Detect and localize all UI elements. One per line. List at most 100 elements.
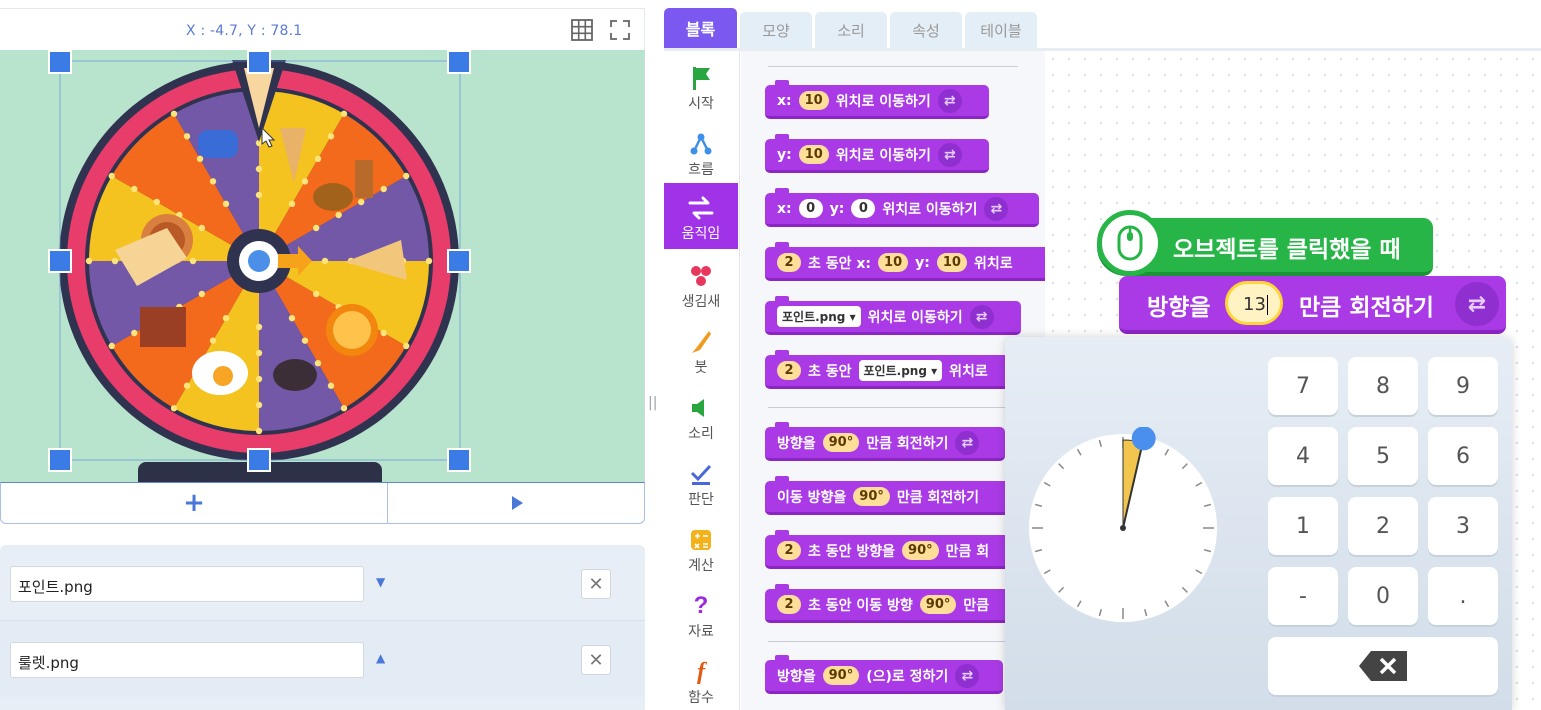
block-text: y:: [829, 200, 845, 217]
category-calc[interactable]: 계산: [664, 515, 738, 581]
block-move-xy[interactable]: x: 0 y: 0 위치로 이동하기 ⇄: [765, 188, 1039, 227]
collapse-arrow-icon[interactable]: ▼: [376, 575, 385, 589]
value-pill[interactable]: 10: [936, 253, 967, 272]
value-pill[interactable]: 90°: [822, 666, 860, 685]
block-text: 방향을: [1147, 295, 1211, 321]
category-motion[interactable]: 움직임: [664, 183, 738, 249]
block-move-x[interactable]: x: 10 위치로 이동하기 ⇄: [765, 80, 989, 119]
keypad-key[interactable]: 9: [1428, 357, 1498, 415]
palette-divider: [768, 407, 1018, 408]
category-label: 움직임: [681, 226, 721, 242]
block-text: 방향을: [777, 435, 816, 452]
keypad-key[interactable]: .: [1428, 567, 1498, 625]
category-judge[interactable]: 판단: [664, 449, 738, 515]
backspace-button[interactable]: [1268, 637, 1498, 695]
text-caret: [1266, 295, 1268, 315]
angle-input[interactable]: 13: [1225, 281, 1283, 325]
delete-object-button[interactable]: ✕: [581, 645, 611, 675]
function-icon: f: [697, 658, 705, 685]
fullscreen-icon[interactable]: [608, 18, 632, 42]
block-move-to-object[interactable]: 포인트.png ▾ 위치로 이동하기 ⇄: [765, 296, 1021, 335]
tab-table[interactable]: 테이블: [965, 12, 1037, 48]
expand-arrow-icon[interactable]: ▲: [376, 651, 385, 665]
object-row-point[interactable]: 포인트.png ▼ ✕: [0, 545, 645, 621]
swap-icon: ⇄: [937, 142, 962, 167]
keypad-key[interactable]: 5: [1348, 427, 1418, 485]
keypad-key[interactable]: 8: [1348, 357, 1418, 415]
stage-canvas[interactable]: [0, 50, 645, 482]
question-icon: ?: [693, 592, 709, 619]
keypad-key[interactable]: -: [1268, 567, 1338, 625]
category-flow[interactable]: 흐름: [664, 119, 738, 185]
value-pill[interactable]: 90°: [822, 433, 860, 452]
block-move-y[interactable]: y: 10 위치로 이동하기 ⇄: [765, 134, 989, 173]
block-text: 만큼 회전하기: [866, 435, 949, 452]
block-text: y:: [777, 146, 792, 163]
play-button[interactable]: [389, 483, 645, 523]
value-pill[interactable]: 2: [777, 541, 801, 560]
block-set-direction[interactable]: 방향을 90° (으)로 정하기 ⇄: [765, 655, 1003, 694]
angle-dial[interactable]: [1025, 427, 1225, 627]
tab-shapes[interactable]: 모양: [740, 12, 812, 48]
add-object-button[interactable]: +: [1, 483, 388, 523]
value-pill[interactable]: 90°: [902, 541, 939, 560]
block-rotate-move-direction[interactable]: 이동 방향을 90° 만큼 회전하기: [765, 476, 1045, 515]
value-pill[interactable]: 10: [798, 91, 829, 110]
category-looks[interactable]: 생김새: [664, 251, 738, 317]
object-row-roulette[interactable]: 룰렛.png ▲ ✕: [0, 621, 645, 697]
keypad-key[interactable]: 0: [1348, 567, 1418, 625]
delete-object-button[interactable]: ✕: [581, 569, 611, 599]
keypad-key[interactable]: 6: [1428, 427, 1498, 485]
keypad-key[interactable]: 7: [1268, 357, 1338, 415]
tab-sounds[interactable]: 소리: [815, 12, 887, 48]
object-dropdown[interactable]: 포인트.png ▾: [777, 306, 861, 327]
value-pill[interactable]: 2: [777, 361, 801, 380]
value-pill[interactable]: 10: [798, 145, 829, 164]
value-pill[interactable]: 0: [851, 199, 876, 218]
category-sound[interactable]: 소리: [664, 383, 738, 449]
object-name-field[interactable]: 포인트.png: [10, 566, 364, 602]
value-pill[interactable]: 10: [878, 253, 909, 272]
tab-blocks[interactable]: 블록: [664, 8, 737, 48]
object-name-field[interactable]: 룰렛.png: [10, 642, 364, 678]
keypad-key[interactable]: 2: [1348, 497, 1418, 555]
block-timed-rotate-move-direction[interactable]: 2 초 동안 이동 방향 90° 만큼: [765, 584, 1045, 623]
object-dropdown[interactable]: 포인트.png ▾: [858, 360, 943, 381]
block-text: x:: [777, 92, 792, 109]
block-text: 만큼 회전하기: [1299, 295, 1434, 321]
roulette-wheel-sprite[interactable]: [0, 50, 645, 482]
category-start[interactable]: 시작: [664, 53, 738, 119]
value-pill[interactable]: 0: [798, 199, 823, 218]
event-block-on-click[interactable]: 오브젝트를 클릭했을 때: [1097, 210, 1433, 276]
category-label: 판단: [688, 492, 714, 508]
block-text: 위치로: [973, 255, 1013, 272]
block-timed-rotate[interactable]: 2 초 동안 방향을 90° 만큼 회: [765, 530, 1045, 569]
category-data[interactable]: ? 자료: [664, 581, 738, 647]
rotate-block-editing[interactable]: 방향을 13 만큼 회전하기 ⇄: [1119, 276, 1506, 334]
keypad-key[interactable]: 3: [1428, 497, 1498, 555]
angle-input-value: 13: [1243, 294, 1266, 315]
keypad-key[interactable]: 1: [1268, 497, 1338, 555]
block-rotate[interactable]: 방향을 90° 만큼 회전하기 ⇄: [765, 422, 1005, 461]
tab-properties[interactable]: 속성: [890, 12, 962, 48]
value-pill[interactable]: 2: [777, 253, 801, 272]
value-pill[interactable]: 90°: [853, 487, 890, 506]
stage-toolbar: X : -4.7, Y : 78.1: [0, 8, 645, 50]
block-glide-xy[interactable]: 2 초 동안 x: 10 y: 10 위치로: [765, 242, 1045, 281]
value-pill[interactable]: 90°: [919, 595, 957, 614]
value-pill[interactable]: 2: [777, 595, 801, 614]
block-text: y:: [915, 254, 930, 271]
panel-resize-handle[interactable]: ||: [648, 395, 660, 415]
block-glide-to-object[interactable]: 2 초 동안 포인트.png ▾ 위치로: [765, 350, 1045, 389]
keypad-key[interactable]: 4: [1268, 427, 1338, 485]
category-brush[interactable]: 붓: [664, 317, 738, 383]
block-text: 만큼: [963, 597, 990, 614]
block-text: 위치로 이동하기: [835, 147, 931, 164]
block-text: 이동 방향을: [777, 489, 847, 506]
block-category-bar: 시작 흐름 움직임 생김새 붓 소리 판단 계산 ? 자료 f 함수: [664, 51, 740, 710]
backspace-icon: [1359, 651, 1407, 681]
category-label: 시작: [688, 96, 714, 112]
category-function[interactable]: f 함수: [664, 647, 738, 710]
swap-icon: ⇄: [1455, 282, 1499, 326]
grid-icon[interactable]: [570, 18, 594, 42]
